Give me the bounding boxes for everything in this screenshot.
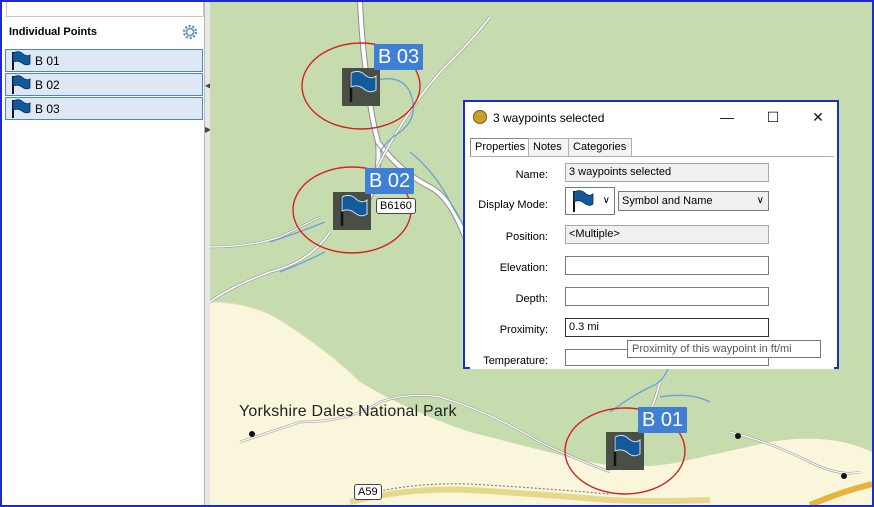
list-item-label: B 02	[35, 78, 60, 92]
waypoint-b01-marker[interactable]	[606, 432, 644, 470]
elevation-label: Elevation:	[499, 262, 548, 274]
position-field[interactable]: <Multiple>	[565, 225, 769, 244]
blue-flag-icon	[12, 75, 31, 94]
waypoint-b03-marker[interactable]	[342, 68, 380, 106]
display-mode-value: Symbol and Name	[622, 195, 713, 207]
proximity-field[interactable]: 0.3 mi	[565, 318, 769, 337]
name-field[interactable]: 3 waypoints selected	[565, 163, 769, 182]
depth-field[interactable]	[565, 287, 769, 306]
depth-label: Depth:	[515, 293, 548, 305]
panel-search-field[interactable]	[6, 2, 204, 17]
panel-header: Individual Points	[8, 24, 198, 42]
list-item-b01[interactable]: B 01	[5, 49, 203, 72]
properties-panel: Name: 3 waypoints selected Display Mode:…	[470, 156, 834, 369]
chevron-down-icon: ∨	[756, 195, 764, 206]
tab-categories[interactable]: Categories	[568, 138, 632, 156]
display-mode-select[interactable]: Symbol and Name ∨	[618, 191, 769, 211]
list-item-b03[interactable]: B 03	[5, 97, 203, 120]
point-list: B 01 B 02 B 03	[5, 49, 203, 121]
symbol-selector[interactable]: ∨	[565, 187, 615, 215]
road-label-a59: A59	[354, 484, 382, 500]
list-item-label: B 01	[35, 54, 60, 68]
blue-flag-icon	[613, 434, 641, 466]
waypoint-b02-marker[interactable]	[333, 192, 371, 230]
close-button[interactable]: ✕	[798, 106, 838, 128]
blue-flag-icon	[12, 99, 31, 118]
list-item-label: B 03	[35, 102, 60, 116]
display-mode-label: Display Mode:	[478, 199, 548, 211]
app-icon	[473, 110, 487, 124]
gear-icon[interactable]	[182, 24, 198, 40]
dialog-title: 3 waypoints selected	[493, 111, 605, 125]
elevation-field[interactable]	[565, 256, 769, 275]
chevron-down-icon: ∨	[602, 195, 610, 206]
temperature-label: Temperature:	[483, 355, 548, 367]
blue-flag-icon	[340, 194, 368, 226]
position-label: Position:	[505, 231, 548, 243]
minimize-button[interactable]: —	[707, 106, 747, 128]
waypoint-label-b01[interactable]: B 01	[638, 407, 688, 433]
proximity-tooltip: Proximity of this waypoint in ft/mi	[627, 340, 821, 358]
dialog-titlebar[interactable]: 3 waypoints selected — ☐ ✕	[465, 102, 837, 132]
park-label: Yorkshire Dales National Park	[239, 403, 457, 420]
road-label-b6160: B6160	[376, 198, 416, 214]
blue-flag-icon	[349, 70, 377, 102]
screenshot-frame: Individual Points B 01 B 02 B 03 ◀ ▶ B 0…	[0, 0, 874, 507]
maximize-button[interactable]: ☐	[753, 106, 793, 128]
name-label: Name:	[515, 169, 548, 181]
blue-flag-icon	[12, 51, 31, 70]
panel-title: Individual Points	[9, 26, 98, 38]
waypoint-label-b02[interactable]: B 02	[365, 168, 415, 194]
tab-properties[interactable]: Properties	[470, 138, 532, 157]
proximity-label: Proximity:	[499, 324, 548, 336]
list-item-b02[interactable]: B 02	[5, 73, 203, 96]
waypoint-properties-dialog: 3 waypoints selected — ☐ ✕ Properties No…	[463, 100, 839, 369]
tab-notes[interactable]: Notes	[528, 138, 570, 156]
points-panel: Individual Points B 01 B 02 B 03	[2, 2, 205, 505]
blue-flag-icon	[573, 190, 594, 212]
waypoint-label-b03[interactable]: B 03	[374, 44, 424, 70]
